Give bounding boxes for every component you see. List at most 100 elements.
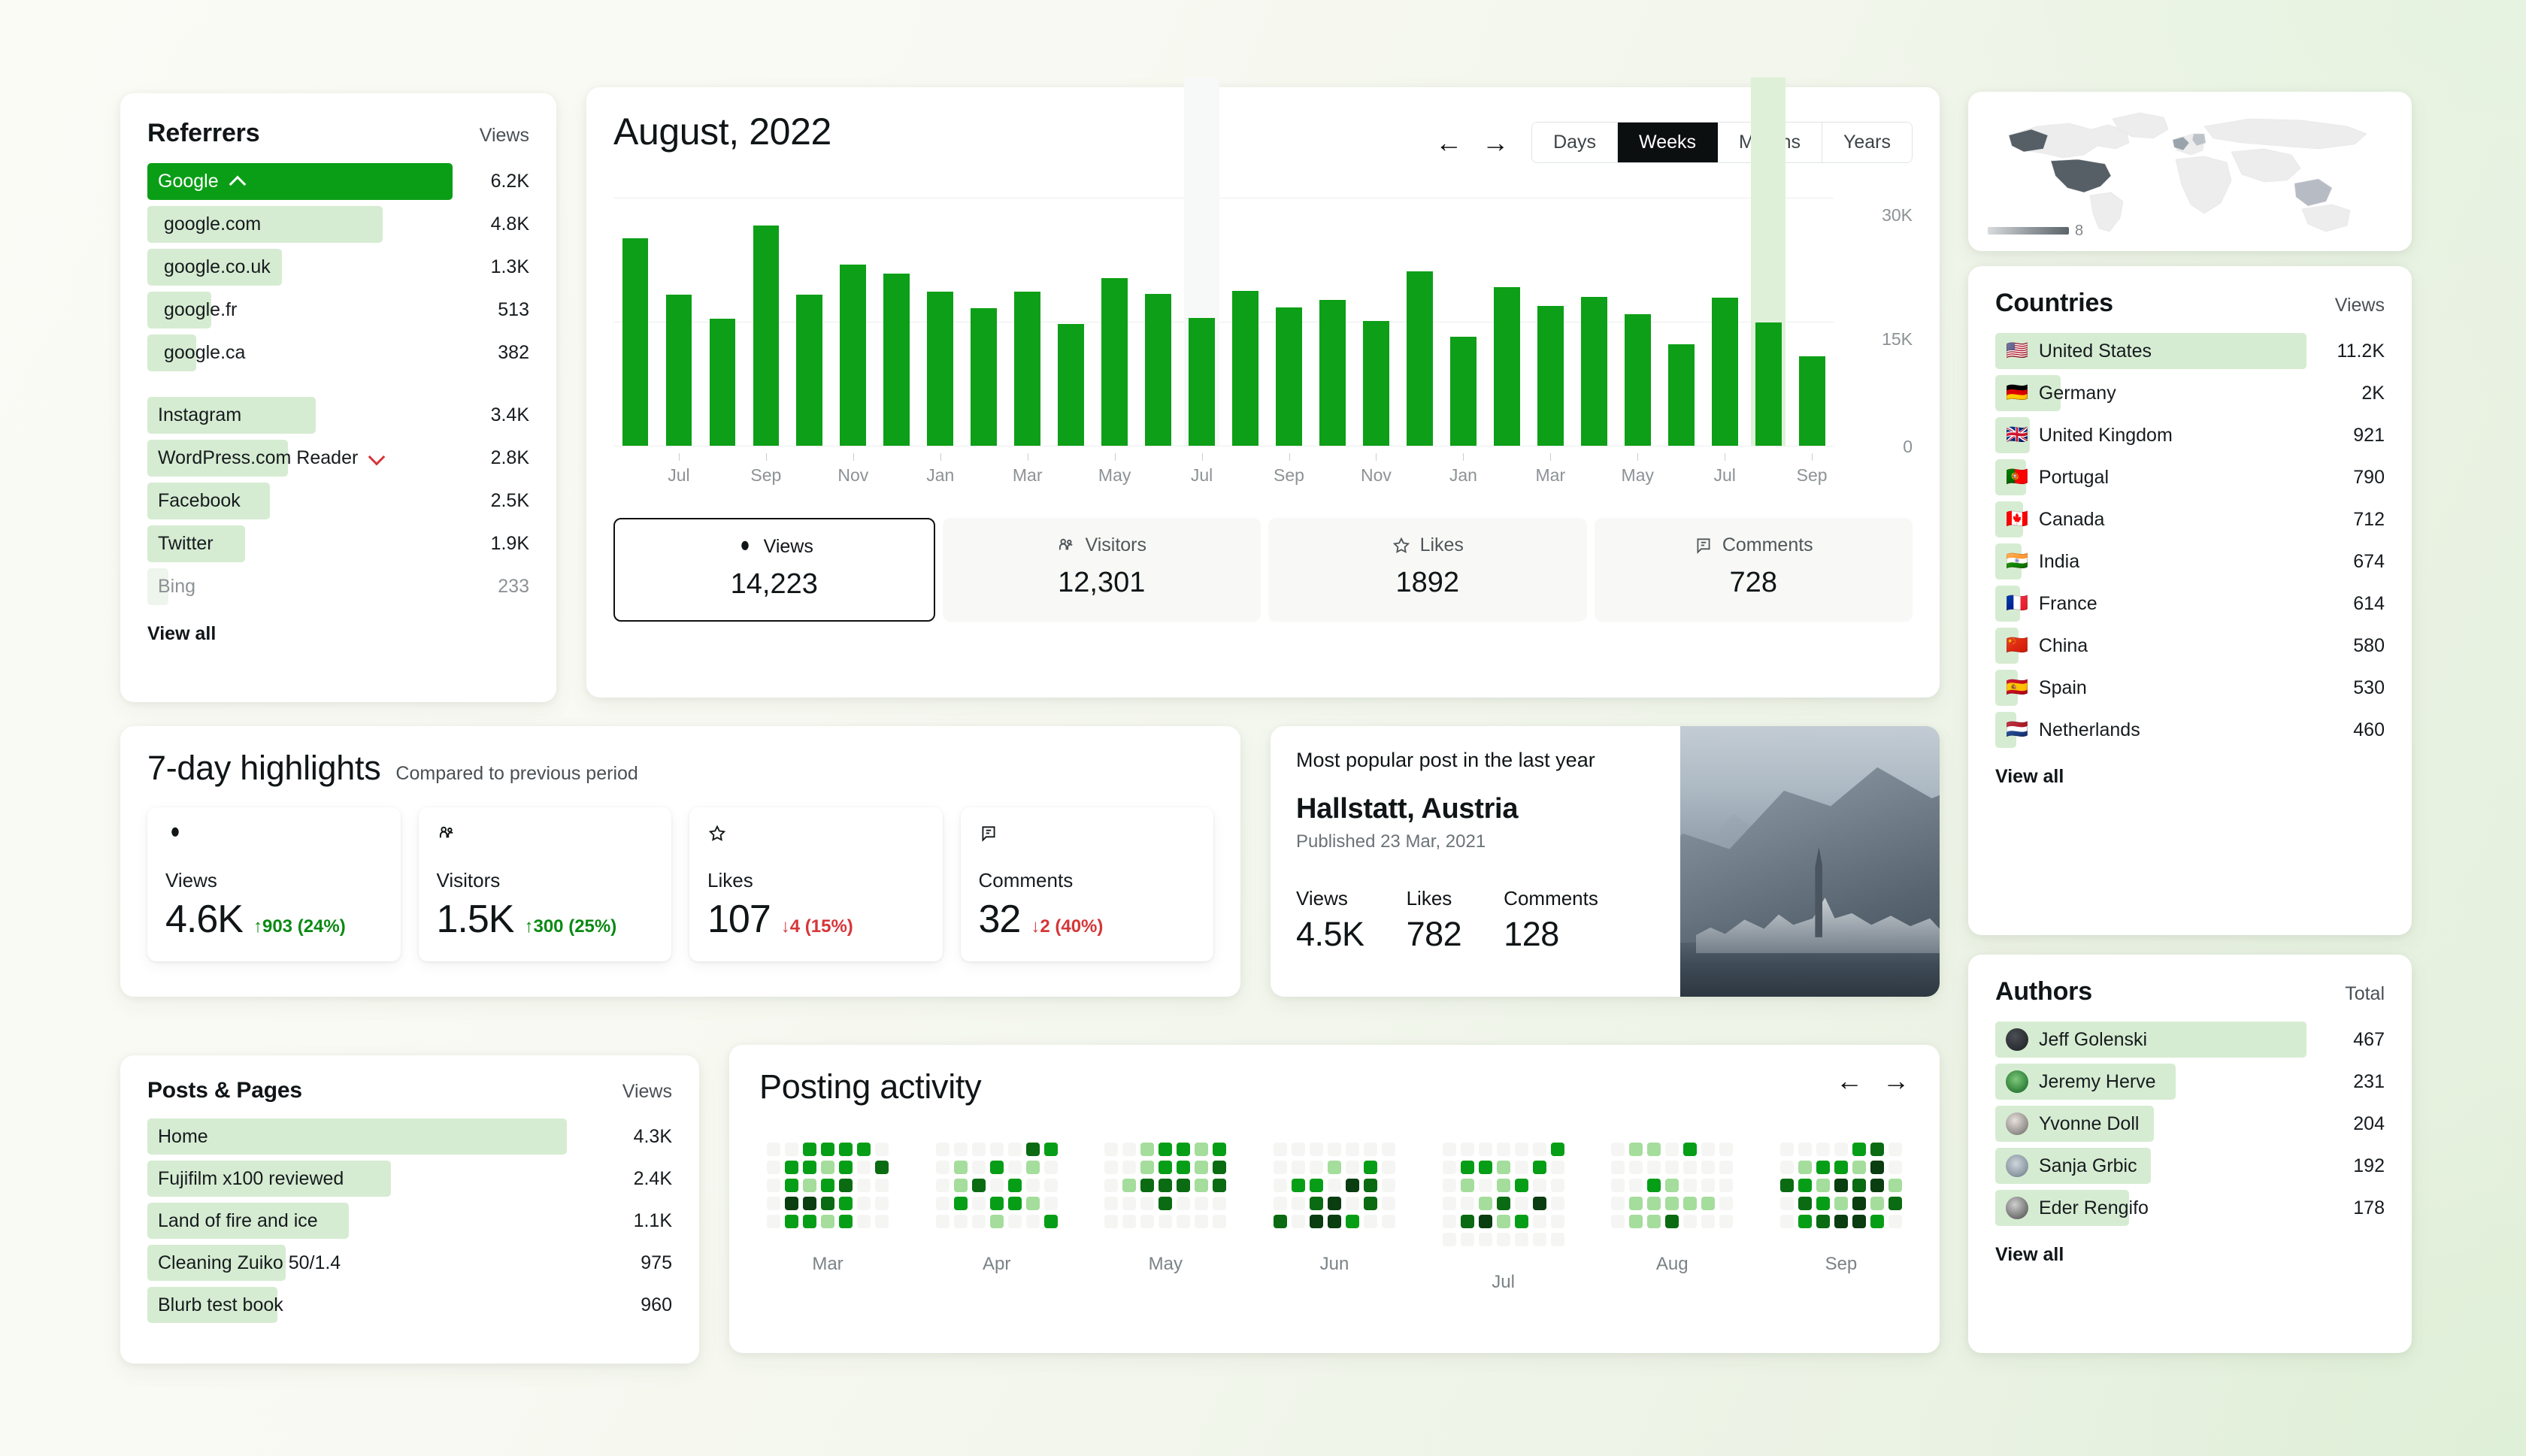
chart-bar[interactable] (1101, 278, 1128, 446)
activity-cell[interactable] (1443, 1179, 1456, 1192)
activity-cell[interactable] (954, 1215, 968, 1228)
activity-cell[interactable] (936, 1143, 950, 1156)
activity-prev-arrow-icon[interactable]: ← (1836, 1067, 1863, 1094)
activity-cell[interactable] (1665, 1161, 1679, 1174)
activity-cell[interactable] (972, 1215, 986, 1228)
activity-cell[interactable] (1551, 1215, 1564, 1228)
activity-cell[interactable] (1701, 1215, 1715, 1228)
activity-cell[interactable] (1798, 1215, 1812, 1228)
activity-cell[interactable] (1719, 1143, 1733, 1156)
activity-cell[interactable] (1122, 1215, 1136, 1228)
activity-cell[interactable] (1647, 1215, 1661, 1228)
activity-cell[interactable] (1701, 1161, 1715, 1174)
activity-cell[interactable] (857, 1161, 871, 1174)
activity-cell[interactable] (1122, 1143, 1136, 1156)
activity-cell[interactable] (1159, 1161, 1172, 1174)
list-item[interactable]: google.com4.8K (147, 203, 529, 246)
activity-cell[interactable] (1104, 1161, 1118, 1174)
activity-cell[interactable] (1834, 1197, 1848, 1210)
activity-cell[interactable] (1195, 1197, 1208, 1210)
bar-slot[interactable] (1659, 198, 1703, 446)
bar-slot[interactable] (1354, 198, 1398, 446)
activity-cell[interactable] (1044, 1179, 1058, 1192)
list-item[interactable]: 🇪🇸Spain530 (1995, 667, 2385, 709)
activity-cell[interactable] (1834, 1143, 1848, 1156)
activity-cell[interactable] (1461, 1197, 1474, 1210)
activity-cell[interactable] (1104, 1143, 1118, 1156)
activity-cell[interactable] (936, 1179, 950, 1192)
activity-cell[interactable] (1816, 1161, 1830, 1174)
bar-slot[interactable] (744, 198, 788, 446)
activity-cell[interactable] (1310, 1161, 1323, 1174)
list-item[interactable]: Blurb test book960 (147, 1284, 672, 1326)
activity-cell[interactable] (839, 1215, 853, 1228)
activity-cell[interactable] (1479, 1161, 1492, 1174)
chart-bar[interactable] (753, 226, 780, 446)
activity-cell[interactable] (785, 1197, 798, 1210)
bar-slot[interactable] (1485, 198, 1528, 446)
activity-cell[interactable] (1195, 1215, 1208, 1228)
activity-cell[interactable] (1479, 1197, 1492, 1210)
activity-cell[interactable] (1213, 1197, 1226, 1210)
chart-bar[interactable] (1363, 321, 1389, 446)
activity-cell[interactable] (1177, 1161, 1190, 1174)
activity-cell[interactable] (1683, 1197, 1697, 1210)
list-item[interactable]: google.ca382 (147, 331, 529, 374)
activity-cell[interactable] (1780, 1161, 1794, 1174)
activity-cell[interactable] (1177, 1179, 1190, 1192)
activity-cell[interactable] (1479, 1233, 1492, 1246)
activity-cell[interactable] (1443, 1233, 1456, 1246)
activity-cell[interactable] (1213, 1215, 1226, 1228)
activity-cell[interactable] (821, 1215, 834, 1228)
chart-bar[interactable] (710, 319, 736, 446)
activity-cell[interactable] (1497, 1179, 1510, 1192)
chart-bar[interactable] (1581, 297, 1607, 446)
activity-cell[interactable] (1798, 1161, 1812, 1174)
chart-bar[interactable] (840, 265, 866, 446)
activity-cell[interactable] (875, 1143, 889, 1156)
activity-cell[interactable] (1888, 1215, 1902, 1228)
activity-cell[interactable] (1683, 1215, 1697, 1228)
chart-bar[interactable] (796, 295, 822, 446)
activity-cell[interactable] (1701, 1143, 1715, 1156)
list-item[interactable]: google.co.uk1.3K (147, 246, 529, 289)
list-item[interactable]: 🇫🇷France614 (1995, 583, 2385, 625)
activity-cell[interactable] (1719, 1215, 1733, 1228)
activity-cell[interactable] (972, 1143, 986, 1156)
activity-cell[interactable] (1177, 1197, 1190, 1210)
activity-cell[interactable] (1852, 1161, 1866, 1174)
activity-cell[interactable] (936, 1161, 950, 1174)
activity-cell[interactable] (1026, 1197, 1040, 1210)
activity-cell[interactable] (1292, 1161, 1305, 1174)
activity-cell[interactable] (1629, 1143, 1643, 1156)
activity-cell[interactable] (1551, 1161, 1564, 1174)
chart-bar[interactable] (1058, 324, 1084, 446)
activity-cell[interactable] (1551, 1197, 1564, 1210)
activity-cell[interactable] (1683, 1179, 1697, 1192)
activity-cell[interactable] (1870, 1215, 1884, 1228)
list-item[interactable]: Yvonne Doll204 (1995, 1103, 2385, 1145)
activity-cell[interactable] (1140, 1143, 1154, 1156)
bar-slot[interactable] (1616, 198, 1659, 446)
activity-cell[interactable] (1461, 1179, 1474, 1192)
activity-cell[interactable] (1515, 1233, 1528, 1246)
activity-cell[interactable] (1888, 1197, 1902, 1210)
activity-cell[interactable] (1515, 1179, 1528, 1192)
metric-tab-comments[interactable]: Comments728 (1595, 518, 1913, 622)
activity-cell[interactable] (1274, 1197, 1287, 1210)
chart-bar[interactable] (1319, 300, 1346, 446)
activity-cell[interactable] (1140, 1215, 1154, 1228)
prev-period-arrow-icon[interactable]: ← (1435, 129, 1462, 156)
chart-bar[interactable] (1407, 271, 1433, 446)
activity-cell[interactable] (1647, 1161, 1661, 1174)
activity-cell[interactable] (1870, 1161, 1884, 1174)
range-option-weeks[interactable]: Weeks (1618, 123, 1718, 162)
metric-tab-views[interactable]: Views14,223 (613, 518, 935, 622)
activity-cell[interactable] (875, 1215, 889, 1228)
activity-next-arrow-icon[interactable]: → (1882, 1067, 1910, 1094)
highlight-card-visitors[interactable]: Visitors1.5K↑300 (25%) (419, 807, 672, 961)
activity-cell[interactable] (1629, 1197, 1643, 1210)
activity-cell[interactable] (1364, 1161, 1377, 1174)
activity-cell[interactable] (821, 1179, 834, 1192)
activity-cell[interactable] (1122, 1161, 1136, 1174)
